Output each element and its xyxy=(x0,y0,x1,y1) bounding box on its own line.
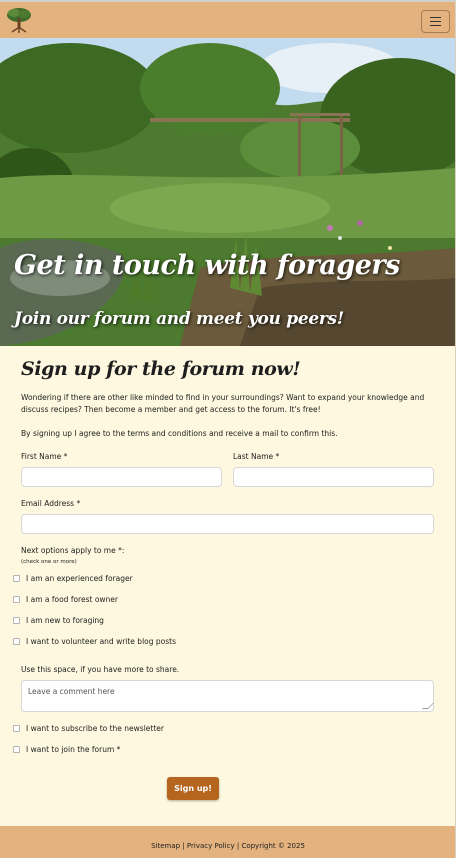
signup-form: Sign up for the forum now! Wondering if … xyxy=(0,346,455,826)
page: Get in touch with foragers Join our foru… xyxy=(0,0,456,858)
options-label: Next options apply to me *: xyxy=(21,546,125,555)
form-intro-text: Wondering if there are other like minded… xyxy=(21,393,425,414)
resize-handle-icon[interactable] xyxy=(422,703,434,709)
option-label: I am a food forest owner xyxy=(26,595,118,604)
newsletter-option[interactable]: I want to subscribe to the newsletter xyxy=(13,724,164,733)
checkbox[interactable] xyxy=(13,638,20,645)
option-label: I want to volunteer and write blog posts xyxy=(26,637,176,646)
email-label: Email Address * xyxy=(21,499,81,508)
last-name-field[interactable] xyxy=(233,467,434,487)
checkbox[interactable] xyxy=(13,596,20,603)
menu-toggle-button[interactable] xyxy=(421,10,450,33)
option-label: I want to join the forum * xyxy=(26,745,121,754)
separator: | xyxy=(180,842,187,850)
option-volunteer-blog[interactable]: I want to volunteer and write blog posts xyxy=(13,637,176,646)
option-food-forest-owner[interactable]: I am a food forest owner xyxy=(13,595,118,604)
privacy-policy-link[interactable]: Privacy Policy xyxy=(187,842,235,850)
checkbox[interactable] xyxy=(13,725,20,732)
hero-subtitle: Join our forum and meet you peers! xyxy=(14,309,344,329)
last-name-label: Last Name * xyxy=(233,452,280,461)
form-title: Sign up for the forum now! xyxy=(21,358,301,380)
comment-textarea[interactable]: Leave a comment here xyxy=(21,680,434,712)
terms-text: By signing up I agree to the terms and c… xyxy=(21,429,338,438)
join-forum-option[interactable]: I want to join the forum * xyxy=(13,745,120,754)
options-hint: (check one or more) xyxy=(21,559,77,565)
comment-placeholder: Leave a comment here xyxy=(28,687,115,696)
hero-title: Get in touch with foragers xyxy=(14,250,400,281)
checkbox[interactable] xyxy=(13,617,20,624)
comment-label: Use this space, if you have more to shar… xyxy=(21,665,180,674)
checkbox[interactable] xyxy=(13,746,20,753)
checkbox[interactable] xyxy=(13,575,20,582)
tree-logo-icon[interactable] xyxy=(6,6,32,34)
hero-banner: Get in touch with foragers Join our foru… xyxy=(0,38,455,346)
option-new-to-foraging[interactable]: I am new to foraging xyxy=(13,616,104,625)
sitemap-link[interactable]: Sitemap xyxy=(151,842,180,850)
copyright-text: Copyright © 2025 xyxy=(241,842,305,850)
first-name-field[interactable] xyxy=(21,467,222,487)
email-field[interactable] xyxy=(21,514,434,534)
option-label: I am new to foraging xyxy=(26,616,104,625)
first-name-label: First Name * xyxy=(21,452,68,461)
signup-button[interactable]: Sign up! xyxy=(167,777,219,800)
hamburger-menu-icon xyxy=(430,17,441,18)
option-label: I am an experienced forager xyxy=(26,574,133,583)
option-label: I want to subscribe to the newsletter xyxy=(26,724,164,733)
footer: Sitemap | Privacy Policy | Copyright © 2… xyxy=(0,826,455,858)
navbar xyxy=(0,0,455,38)
option-experienced-forager[interactable]: I am an experienced forager xyxy=(13,574,133,583)
garden-photo xyxy=(0,38,455,346)
